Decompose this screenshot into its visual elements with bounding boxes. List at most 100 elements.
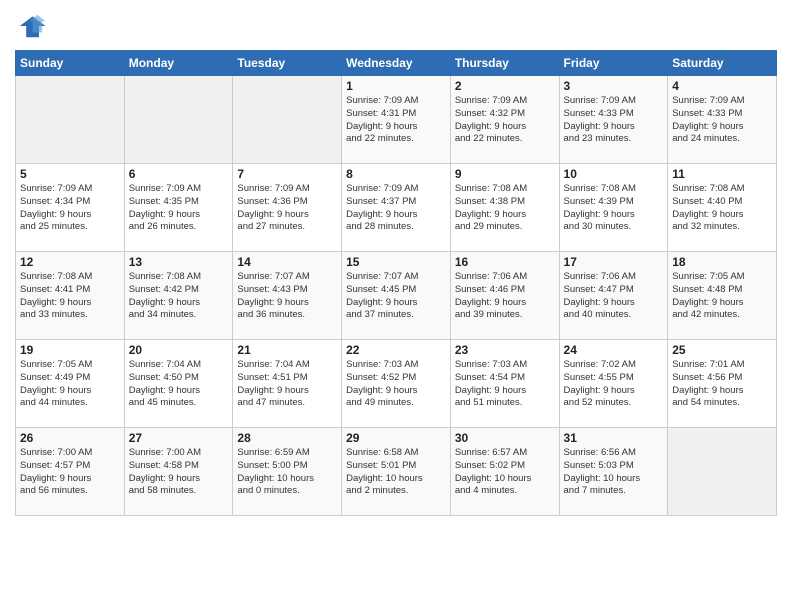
- calendar-cell: 18Sunrise: 7:05 AM Sunset: 4:48 PM Dayli…: [668, 252, 777, 340]
- day-number: 7: [237, 167, 337, 181]
- calendar-cell: 1 Sunrise: 7:09 AM Sunset: 4:31 PM Daylig…: [342, 76, 451, 164]
- calendar-cell: 10 Sunrise: 7:08 AM Sunset: 4:39 PM Dayli…: [559, 164, 668, 252]
- cell-content: Sunrise: 7:00 AM Sunset: 4:58 PM Dayligh…: [129, 447, 229, 498]
- cell-content: Sunrise: 7:08 AM Sunset: 4:40 PM Dayligh…: [672, 183, 772, 234]
- cell-content: Sunrise: 7:05 AM Sunset: 4:49 PM Dayligh…: [20, 359, 120, 410]
- weekday-header: Saturday: [668, 51, 777, 76]
- cell-content: Sunrise: 7:04 AM Sunset: 4:50 PM Dayligh…: [129, 359, 229, 410]
- day-number: 5: [20, 167, 120, 181]
- day-number: 26: [20, 431, 120, 445]
- day-number: 15: [346, 255, 446, 269]
- calendar-cell: 27 Sunrise: 7:00 AM Sunset: 4:58 PM Dayli…: [124, 428, 233, 516]
- calendar-week-row: 12 Sunrise: 7:08 AM Sunset: 4:41 PM Dayli…: [16, 252, 777, 340]
- calendar-week-row: 19 Sunrise: 7:05 AM Sunset: 4:49 PM Dayli…: [16, 340, 777, 428]
- calendar-cell: 6 Sunrise: 7:09 AM Sunset: 4:35 PM Daylig…: [124, 164, 233, 252]
- day-number: 17: [564, 255, 664, 269]
- cell-content: Sunrise: 7:07 AM Sunset: 4:45 PM Dayligh…: [346, 271, 446, 322]
- calendar-cell: 16 Sunrise: 7:06 AM Sunset: 4:46 PM Dayli…: [450, 252, 559, 340]
- calendar-cell: [233, 76, 342, 164]
- calendar-cell: 2Sunrise: 7:09 AM Sunset: 4:32 PM Daylig…: [450, 76, 559, 164]
- cell-content: Sunrise: 7:09 AM Sunset: 4:35 PM Dayligh…: [129, 183, 229, 234]
- calendar-cell: 5 Sunrise: 7:09 AM Sunset: 4:34 PM Daylig…: [16, 164, 125, 252]
- calendar-cell: [668, 428, 777, 516]
- calendar-cell: 21 Sunrise: 7:04 AM Sunset: 4:51 PM Dayli…: [233, 340, 342, 428]
- calendar-cell: 14Sunrise: 7:07 AM Sunset: 4:43 PM Dayli…: [233, 252, 342, 340]
- calendar-cell: 7 Sunrise: 7:09 AM Sunset: 4:36 PM Daylig…: [233, 164, 342, 252]
- weekday-header: Monday: [124, 51, 233, 76]
- day-number: 18: [672, 255, 772, 269]
- day-number: 4: [672, 79, 772, 93]
- calendar-cell: 15 Sunrise: 7:07 AM Sunset: 4:45 PM Dayli…: [342, 252, 451, 340]
- cell-content: Sunrise: 7:07 AM Sunset: 4:43 PM Dayligh…: [237, 271, 337, 322]
- cell-content: Sunrise: 7:00 AM Sunset: 4:57 PM Dayligh…: [20, 447, 120, 498]
- cell-content: Sunrise: 7:09 AM Sunset: 4:34 PM Dayligh…: [20, 183, 120, 234]
- day-number: 21: [237, 343, 337, 357]
- calendar-cell: 20 Sunrise: 7:04 AM Sunset: 4:50 PM Dayli…: [124, 340, 233, 428]
- cell-content: Sunrise: 7:06 AM Sunset: 4:47 PM Dayligh…: [564, 271, 664, 322]
- cell-content: Sunrise: 7:09 AM Sunset: 4:33 PM Dayligh…: [672, 95, 772, 146]
- day-number: 11: [672, 167, 772, 181]
- cell-content: Sunrise: 6:56 AM Sunset: 5:03 PM Dayligh…: [564, 447, 664, 498]
- calendar-week-row: 5 Sunrise: 7:09 AM Sunset: 4:34 PM Daylig…: [16, 164, 777, 252]
- cell-content: Sunrise: 7:03 AM Sunset: 4:54 PM Dayligh…: [455, 359, 555, 410]
- day-number: 6: [129, 167, 229, 181]
- weekday-header: Tuesday: [233, 51, 342, 76]
- calendar-cell: 8Sunrise: 7:09 AM Sunset: 4:37 PM Daylig…: [342, 164, 451, 252]
- cell-content: Sunrise: 7:09 AM Sunset: 4:33 PM Dayligh…: [564, 95, 664, 146]
- cell-content: Sunrise: 6:59 AM Sunset: 5:00 PM Dayligh…: [237, 447, 337, 498]
- day-number: 25: [672, 343, 772, 357]
- cell-content: Sunrise: 7:04 AM Sunset: 4:51 PM Dayligh…: [237, 359, 337, 410]
- day-number: 13: [129, 255, 229, 269]
- calendar-cell: 12 Sunrise: 7:08 AM Sunset: 4:41 PM Dayli…: [16, 252, 125, 340]
- calendar-cell: 28 Sunrise: 6:59 AM Sunset: 5:00 PM Dayli…: [233, 428, 342, 516]
- day-number: 1: [346, 79, 446, 93]
- calendar-cell: 17 Sunrise: 7:06 AM Sunset: 4:47 PM Dayli…: [559, 252, 668, 340]
- day-number: 3: [564, 79, 664, 93]
- weekday-header: Sunday: [16, 51, 125, 76]
- calendar-cell: [16, 76, 125, 164]
- day-number: 10: [564, 167, 664, 181]
- day-number: 22: [346, 343, 446, 357]
- cell-content: Sunrise: 7:09 AM Sunset: 4:36 PM Dayligh…: [237, 183, 337, 234]
- cell-content: Sunrise: 7:09 AM Sunset: 4:37 PM Dayligh…: [346, 183, 446, 234]
- cell-content: Sunrise: 7:08 AM Sunset: 4:42 PM Dayligh…: [129, 271, 229, 322]
- cell-content: Sunrise: 7:01 AM Sunset: 4:56 PM Dayligh…: [672, 359, 772, 410]
- cell-content: Sunrise: 7:08 AM Sunset: 4:38 PM Dayligh…: [455, 183, 555, 234]
- calendar-cell: 9 Sunrise: 7:08 AM Sunset: 4:38 PM Daylig…: [450, 164, 559, 252]
- day-number: 19: [20, 343, 120, 357]
- calendar-header-row: SundayMondayTuesdayWednesdayThursdayFrid…: [16, 51, 777, 76]
- cell-content: Sunrise: 7:08 AM Sunset: 4:41 PM Dayligh…: [20, 271, 120, 322]
- calendar-cell: 4 Sunrise: 7:09 AM Sunset: 4:33 PM Daylig…: [668, 76, 777, 164]
- calendar-cell: 13 Sunrise: 7:08 AM Sunset: 4:42 PM Dayli…: [124, 252, 233, 340]
- calendar-cell: 26 Sunrise: 7:00 AM Sunset: 4:57 PM Dayli…: [16, 428, 125, 516]
- day-number: 12: [20, 255, 120, 269]
- weekday-header: Wednesday: [342, 51, 451, 76]
- cell-content: Sunrise: 6:57 AM Sunset: 5:02 PM Dayligh…: [455, 447, 555, 498]
- logo-icon: [15, 10, 47, 42]
- day-number: 20: [129, 343, 229, 357]
- cell-content: Sunrise: 7:02 AM Sunset: 4:55 PM Dayligh…: [564, 359, 664, 410]
- day-number: 23: [455, 343, 555, 357]
- day-number: 29: [346, 431, 446, 445]
- cell-content: Sunrise: 7:03 AM Sunset: 4:52 PM Dayligh…: [346, 359, 446, 410]
- day-number: 9: [455, 167, 555, 181]
- day-number: 24: [564, 343, 664, 357]
- cell-content: Sunrise: 6:58 AM Sunset: 5:01 PM Dayligh…: [346, 447, 446, 498]
- calendar: SundayMondayTuesdayWednesdayThursdayFrid…: [15, 50, 777, 516]
- calendar-cell: 3 Sunrise: 7:09 AM Sunset: 4:33 PM Daylig…: [559, 76, 668, 164]
- calendar-cell: 29 Sunrise: 6:58 AM Sunset: 5:01 PM Dayli…: [342, 428, 451, 516]
- calendar-cell: 31Sunrise: 6:56 AM Sunset: 5:03 PM Dayli…: [559, 428, 668, 516]
- day-number: 30: [455, 431, 555, 445]
- cell-content: Sunrise: 7:09 AM Sunset: 4:31 PM Dayligh…: [346, 95, 446, 146]
- day-number: 27: [129, 431, 229, 445]
- calendar-cell: [124, 76, 233, 164]
- calendar-week-row: 1 Sunrise: 7:09 AM Sunset: 4:31 PM Daylig…: [16, 76, 777, 164]
- calendar-cell: 25 Sunrise: 7:01 AM Sunset: 4:56 PM Dayli…: [668, 340, 777, 428]
- page-header: [15, 10, 777, 42]
- calendar-week-row: 26 Sunrise: 7:00 AM Sunset: 4:57 PM Dayli…: [16, 428, 777, 516]
- day-number: 28: [237, 431, 337, 445]
- cell-content: Sunrise: 7:06 AM Sunset: 4:46 PM Dayligh…: [455, 271, 555, 322]
- day-number: 16: [455, 255, 555, 269]
- cell-content: Sunrise: 7:08 AM Sunset: 4:39 PM Dayligh…: [564, 183, 664, 234]
- logo: [15, 10, 51, 42]
